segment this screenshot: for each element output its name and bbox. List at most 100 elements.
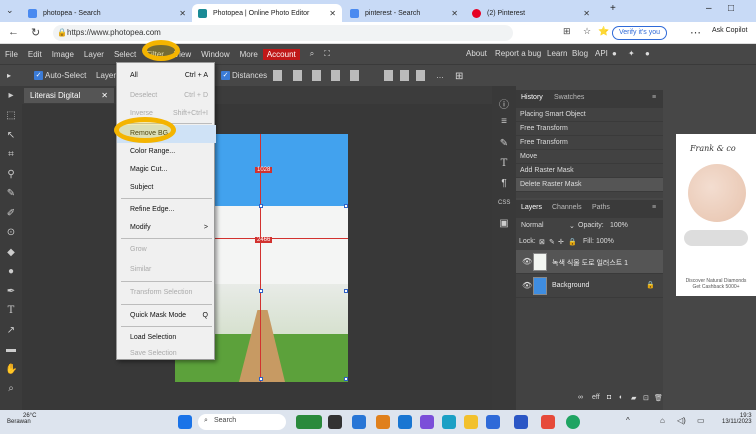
canvas-workspace[interactable]: 1028 2466: [22, 104, 492, 410]
distribute-icon[interactable]: [384, 70, 393, 81]
trash-icon[interactable]: 🗑: [654, 394, 663, 402]
back-icon[interactable]: ←: [8, 26, 19, 38]
visibility-eye-icon[interactable]: 👁: [522, 257, 532, 266]
menu-item-similar[interactable]: Similar: [117, 261, 216, 279]
panel-menu-icon[interactable]: ≡: [652, 204, 656, 211]
align-bottom-icon[interactable]: [312, 70, 321, 81]
lock-image-icon[interactable]: ✎: [549, 238, 555, 246]
edge-icon[interactable]: [442, 415, 456, 429]
collections-icon[interactable]: ⭐: [598, 26, 609, 37]
character-icon[interactable]: T: [498, 158, 510, 170]
chrome-icon[interactable]: [566, 415, 580, 429]
layer-select-dropdown[interactable]: Layer: [96, 71, 116, 80]
history-item[interactable]: Move: [516, 150, 663, 164]
browser-tab[interactable]: (2) Pinterest ✕: [466, 4, 596, 22]
app-icon[interactable]: [398, 415, 412, 429]
url-field[interactable]: 🔒 https://www.photopea.com: [53, 25, 513, 41]
tab-swatches[interactable]: Swatches: [554, 94, 584, 101]
menu-more[interactable]: More: [235, 50, 263, 59]
close-icon[interactable]: ✕: [329, 9, 336, 18]
link-layers-icon[interactable]: ∞: [578, 394, 583, 401]
ad-panel[interactable]: Frank & co Discover Natural Diamonds Get…: [676, 134, 756, 296]
layer-item[interactable]: 👁 Background 🔒: [516, 274, 663, 298]
add-mask-icon[interactable]: ◘: [607, 394, 611, 401]
adjustment-icon[interactable]: ◐: [619, 394, 623, 401]
menu-item-color-range[interactable]: Color Range...: [117, 143, 216, 161]
transform-handle[interactable]: [259, 204, 263, 208]
menu-learn[interactable]: Learn: [547, 49, 567, 58]
menu-item-save-selection[interactable]: Save Selection: [117, 345, 216, 363]
fill-input[interactable]: 100%: [596, 238, 614, 245]
app-icon[interactable]: [352, 415, 366, 429]
zoom-tool-icon[interactable]: ⌕: [5, 383, 17, 395]
menu-item-modify[interactable]: Modify >: [117, 219, 216, 237]
layer-item[interactable]: 👁 녹색 식물 도로 일러스트 1: [516, 250, 663, 274]
history-item[interactable]: Free Transform: [516, 122, 663, 136]
menu-layer[interactable]: Layer: [79, 50, 109, 59]
favorite-icon[interactable]: ☆: [583, 26, 591, 37]
volume-icon[interactable]: ◁): [677, 416, 686, 425]
network-icon[interactable]: ⌂: [660, 416, 665, 425]
marquee-tool-icon[interactable]: ⬚: [5, 110, 17, 122]
browser-tab[interactable]: photopea - Search ✕: [22, 4, 192, 22]
menu-file[interactable]: File: [0, 50, 23, 59]
menu-item-all[interactable]: All Ctrl + A: [117, 67, 216, 85]
app-icon[interactable]: [376, 415, 390, 429]
lock-position-icon[interactable]: ✛: [558, 238, 564, 246]
windows-start-icon[interactable]: [178, 415, 192, 429]
minimize-icon[interactable]: –: [706, 3, 712, 14]
gradient-tool-icon[interactable]: ●: [5, 266, 17, 278]
transform-handle[interactable]: [344, 289, 348, 293]
transform-handle[interactable]: [344, 377, 348, 381]
distribute-v-icon[interactable]: [416, 70, 425, 81]
weather-widget[interactable]: 26°C Berawan: [7, 413, 36, 425]
new-layer-icon[interactable]: ⊡: [643, 394, 649, 402]
brush-settings-icon[interactable]: ✎: [498, 138, 510, 150]
image-icon[interactable]: ▣: [498, 218, 510, 230]
lock-transparency-icon[interactable]: ⊠: [539, 238, 545, 246]
twitter-icon[interactable]: ✦: [628, 49, 635, 58]
history-item-active[interactable]: Delete Raster Mask: [516, 178, 663, 192]
hand-tool-icon[interactable]: ✋: [5, 364, 17, 376]
menu-edit[interactable]: Edit: [23, 50, 47, 59]
copilot-icon[interactable]: [420, 415, 434, 429]
transform-handle[interactable]: [344, 204, 348, 208]
close-icon[interactable]: ✕: [451, 9, 458, 18]
account-button[interactable]: Account: [262, 48, 300, 60]
eraser-tool-icon[interactable]: ◆: [5, 247, 17, 259]
opacity-input[interactable]: 100%: [610, 222, 628, 229]
copilot-button[interactable]: Ask Copilot: [712, 27, 747, 34]
pen-tool-icon[interactable]: ✒: [5, 286, 17, 298]
menu-select[interactable]: Select: [109, 50, 141, 59]
reddit-icon[interactable]: ●: [612, 49, 617, 58]
menu-api[interactable]: API: [595, 49, 608, 58]
menu-item-grow[interactable]: Grow: [117, 241, 216, 259]
lasso-tool-icon[interactable]: ↖: [5, 130, 17, 142]
distances-checkbox[interactable]: ✓: [221, 71, 230, 80]
maximize-icon[interactable]: □: [728, 3, 734, 14]
move-tool-icon[interactable]: ▸: [7, 71, 11, 80]
browser-tab-active[interactable]: Photopea | Online Photo Editor ✕: [192, 4, 342, 22]
info-icon[interactable]: ⓘ: [498, 96, 510, 111]
refresh-icon[interactable]: ↻: [31, 26, 40, 39]
align-middle-icon[interactable]: [293, 70, 302, 81]
facebook-icon[interactable]: ●: [645, 49, 650, 58]
auto-select-checkbox[interactable]: ✓: [34, 71, 43, 80]
lock-all-icon[interactable]: 🔒: [568, 238, 577, 246]
new-tab-button[interactable]: +: [610, 3, 616, 14]
taskbar-clock[interactable]: 19:3 13/11/2023: [722, 413, 752, 425]
menu-item-deselect[interactable]: Deselect Ctrl + D: [117, 87, 216, 105]
move-tool-icon[interactable]: ▸: [5, 90, 17, 102]
menu-image[interactable]: Image: [47, 50, 79, 59]
type-tool-icon[interactable]: T: [5, 305, 17, 317]
fullscreen-icon[interactable]: ⛶: [319, 49, 335, 59]
transform-handle[interactable]: [259, 377, 263, 381]
battery-icon[interactable]: ▭: [697, 416, 705, 425]
menu-window[interactable]: Window: [196, 50, 234, 59]
path-select-tool-icon[interactable]: ↗: [5, 325, 17, 337]
panel-menu-icon[interactable]: ≡: [652, 94, 656, 101]
more-options-icon[interactable]: …: [436, 71, 444, 80]
menu-item-refine-edge[interactable]: Refine Edge...: [117, 201, 216, 219]
history-item[interactable]: Add Raster Mask: [516, 164, 663, 178]
tab-list-dropdown-icon[interactable]: ⌄: [6, 5, 14, 16]
